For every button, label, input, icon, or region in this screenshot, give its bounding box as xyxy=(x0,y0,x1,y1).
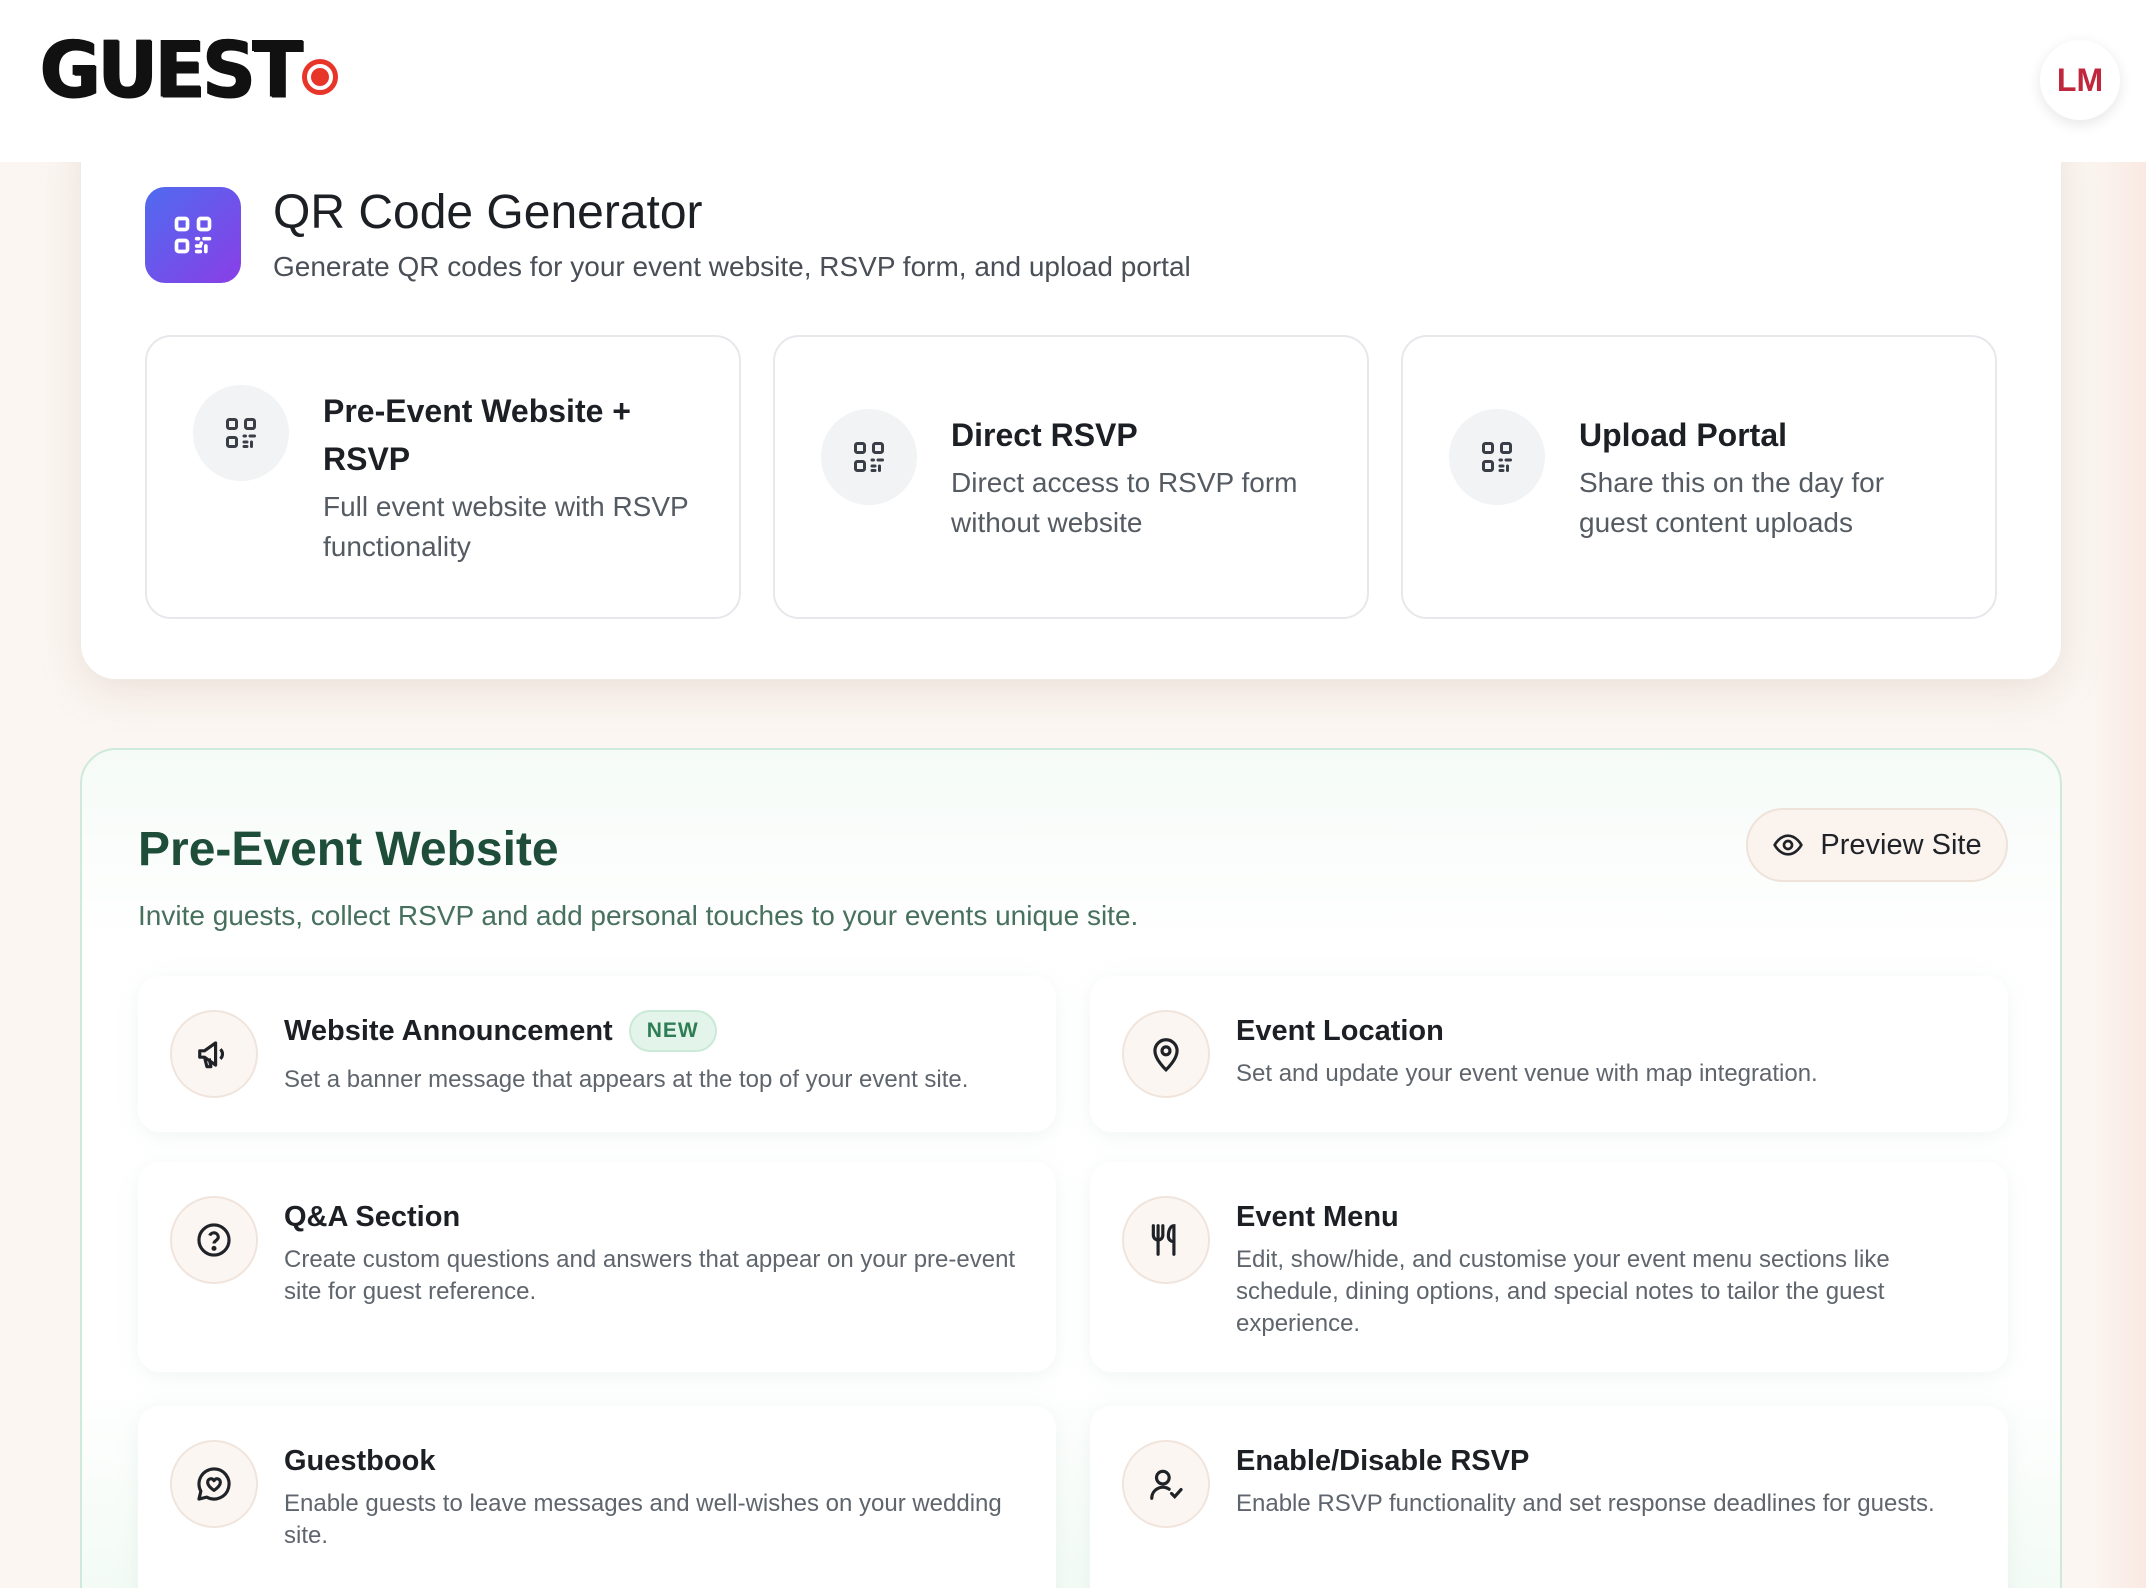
feature-title-text: Website Announcement xyxy=(284,1015,613,1047)
feature-website-announcement[interactable]: Website Announcement NEW Set a banner me… xyxy=(138,976,1056,1132)
qr-option-title: Direct RSVP xyxy=(951,417,1138,453)
user-check-icon xyxy=(1122,1440,1210,1528)
new-badge: NEW xyxy=(628,1010,717,1052)
feature-event-menu[interactable]: Event Menu Edit, show/hide, and customis… xyxy=(1090,1162,2008,1372)
preview-site-button[interactable]: Preview Site xyxy=(1746,808,2008,882)
qr-code-icon xyxy=(193,385,289,481)
guesto-logo[interactable]: GUEST xyxy=(40,25,339,115)
feature-description: Set a banner message that appears at the… xyxy=(284,1066,969,1093)
logo-wordmark: GUEST xyxy=(40,24,303,116)
user-avatar[interactable]: LM xyxy=(2040,40,2120,120)
feature-qa-section[interactable]: Q&A Section Create custom questions and … xyxy=(138,1162,1056,1372)
qr-option-description: Direct access to RSVP form without websi… xyxy=(951,467,1298,538)
qr-code-icon xyxy=(145,187,241,283)
feature-guestbook[interactable]: Guestbook Enable guests to leave message… xyxy=(138,1406,1056,1588)
qr-option-title: Pre-Event Website + RSVP xyxy=(323,393,631,477)
feature-title: Q&A Section xyxy=(284,1201,461,1233)
qr-code-icon xyxy=(821,409,917,505)
qr-option-description: Full event website with RSVP functionali… xyxy=(323,491,689,562)
heart-message-icon xyxy=(170,1440,258,1528)
eye-icon xyxy=(1773,834,1804,856)
feature-description: Edit, show/hide, and customise your even… xyxy=(1236,1246,1890,1337)
qr-option-upload-portal[interactable]: Upload Portal Share this on the day for … xyxy=(1401,335,1997,619)
preview-site-label: Preview Site xyxy=(1820,828,1982,861)
qr-code-icon xyxy=(1449,409,1545,505)
feature-title: Enable/Disable RSVP xyxy=(1236,1445,1530,1477)
top-header: GUEST LM xyxy=(0,0,2146,162)
feature-title: Guestbook xyxy=(284,1445,436,1477)
utensils-icon xyxy=(1122,1196,1210,1284)
feature-description: Enable RSVP functionality and set respon… xyxy=(1236,1490,1935,1517)
question-circle-icon xyxy=(170,1196,258,1284)
website-card-title: Pre-Event Website xyxy=(138,823,559,876)
feature-enable-disable-rsvp[interactable]: Enable/Disable RSVP Enable RSVP function… xyxy=(1090,1406,2008,1588)
feature-title: Event Menu xyxy=(1236,1201,1399,1233)
map-pin-icon xyxy=(1122,1010,1210,1098)
feature-event-location[interactable]: Event Location Set and update your event… xyxy=(1090,976,2008,1132)
logo-record-icon xyxy=(302,59,339,95)
feature-description: Create custom questions and answers that… xyxy=(284,1246,1016,1305)
qr-option-description: Share this on the day for guest content … xyxy=(1579,467,1885,538)
megaphone-icon xyxy=(170,1010,258,1098)
qr-option-title: Upload Portal xyxy=(1579,417,1788,453)
qr-card-title: QR Code Generator xyxy=(273,186,703,239)
feature-title: Website Announcement NEW xyxy=(284,1010,717,1052)
qr-code-generator-card: QR Code Generator Generate QR codes for … xyxy=(80,120,2062,680)
feature-description: Set and update your event venue with map… xyxy=(1236,1060,1818,1087)
qr-card-subtitle: Generate QR codes for your event website… xyxy=(273,251,1191,282)
feature-description: Enable guests to leave messages and well… xyxy=(284,1490,1002,1549)
page-background-edge xyxy=(2086,0,2146,1588)
qr-option-pre-event-website[interactable]: Pre-Event Website + RSVP Full event webs… xyxy=(145,335,741,619)
qr-option-direct-rsvp[interactable]: Direct RSVP Direct access to RSVP form w… xyxy=(773,335,1369,619)
website-card-subtitle: Invite guests, collect RSVP and add pers… xyxy=(138,900,1139,931)
feature-title: Event Location xyxy=(1236,1015,1444,1047)
pre-event-website-card: Pre-Event Website Invite guests, collect… xyxy=(80,748,2062,1588)
